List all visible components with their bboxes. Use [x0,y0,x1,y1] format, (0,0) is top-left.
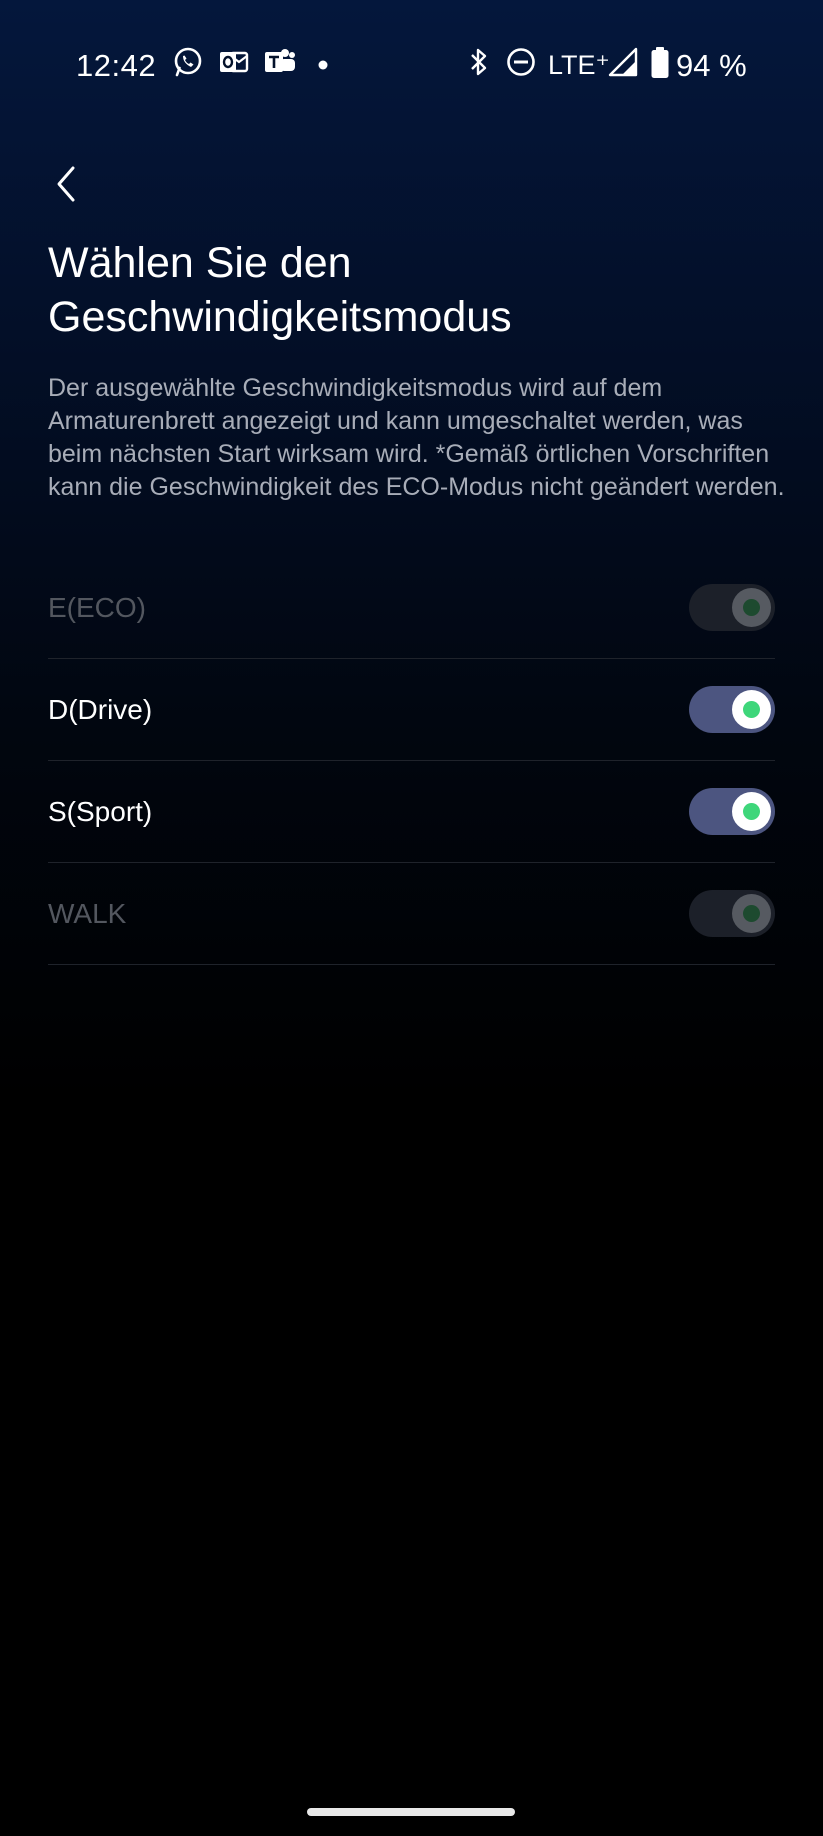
mode-label: D(Drive) [48,693,153,725]
mode-toggle-eco[interactable] [689,584,775,631]
notification-dot-icon [318,60,328,70]
toggle-dot [743,905,760,922]
outlook-icon [220,51,249,73]
mode-toggle-drive[interactable] [689,686,775,733]
page-title: Wählen Sie den Geschwindigkeitsmodus [48,239,512,341]
toggle-dot [743,701,760,718]
mode-label: S(Sport) [48,795,153,827]
chevron-left-icon [57,166,75,202]
mode-toggle-sport[interactable] [689,788,775,835]
status-time: 12:42 [76,48,157,83]
mode-label: WALK [48,897,127,929]
toggle-knob [732,792,771,831]
mode-row-sport: S(Sport) [48,761,775,863]
mode-label: E(ECO) [48,591,146,623]
toggle-dot [743,599,760,616]
status-bar: 12:42 LTE⁺ 94 % [0,38,823,94]
battery-icon [651,47,669,78]
toggle-knob [732,588,771,627]
toggle-knob [732,690,771,729]
home-indicator[interactable] [307,1808,515,1816]
teams-icon [265,49,295,72]
whatsapp-icon [174,47,202,77]
signal-icon [608,47,638,77]
mode-row-drive: D(Drive) [48,659,775,761]
network-type: LTE⁺ [548,50,610,80]
battery-percentage: 94 % [676,48,747,83]
toggle-dot [743,803,760,820]
toggle-knob [732,894,771,933]
do-not-disturb-icon [507,48,535,76]
bluetooth-icon [471,48,487,76]
speed-mode-screen: 12:42 LTE⁺ 94 % Wählen Sie den Geschwind… [0,0,823,1836]
page-description: Der ausgewählte Geschwindigkeitsmodus wi… [48,374,785,501]
mode-row-walk: WALK [48,863,775,965]
mode-toggle-walk[interactable] [689,890,775,937]
mode-row-eco: E(ECO) [48,557,775,659]
back-button[interactable] [44,162,88,206]
speed-mode-list: E(ECO) D(Drive) S(Sport) WALK [48,557,775,965]
